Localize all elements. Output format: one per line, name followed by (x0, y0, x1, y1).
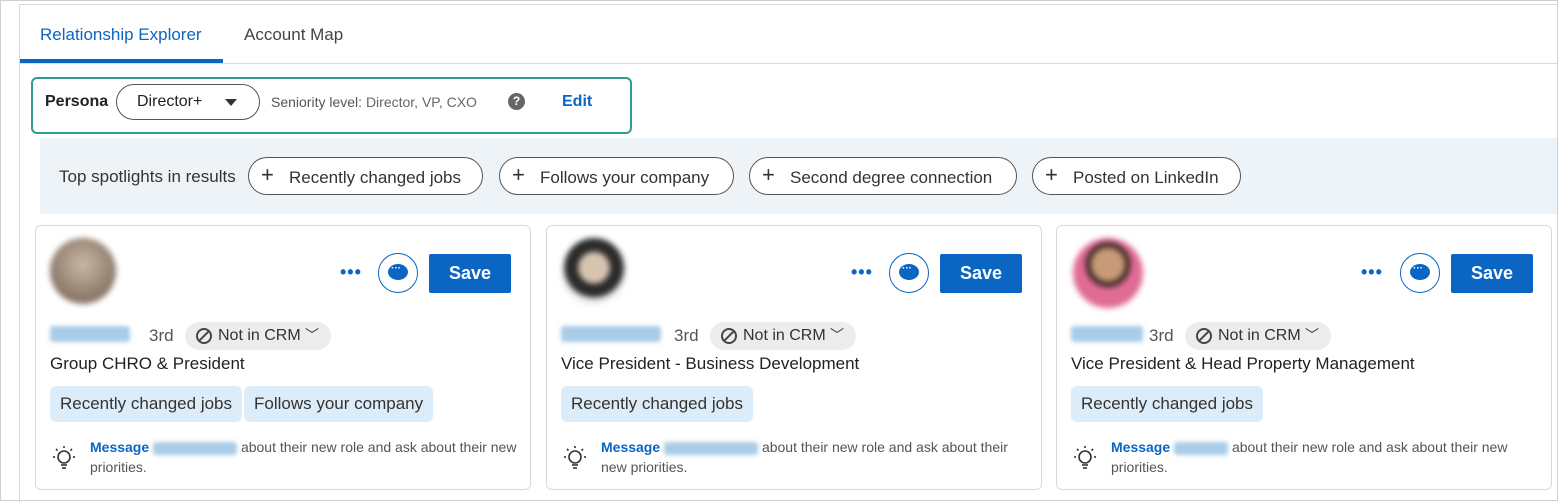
lead-card[interactable]: ••• ··· Save 3rd Not in CRM ﹀ Vice Presi… (546, 225, 1042, 490)
crm-status-dropdown[interactable]: Not in CRM ﹀ (185, 322, 331, 350)
lightbulb-icon (53, 446, 75, 469)
tab-account-map[interactable]: Account Map (244, 25, 343, 45)
suggestion-body: about their new role and ask about their… (601, 439, 1008, 475)
connection-degree: 3rd (149, 326, 174, 345)
lead-name-redacted (1174, 441, 1229, 455)
tab-relationship-explorer[interactable]: Relationship Explorer (40, 25, 202, 45)
avatar[interactable] (561, 238, 627, 304)
save-button[interactable]: Save (429, 254, 511, 293)
tab-bar: Relationship Explorer Account Map (20, 5, 1557, 64)
caret-down-icon (225, 99, 237, 106)
plus-icon: + (261, 162, 274, 187)
plus-icon: + (512, 162, 525, 187)
spotlight-posted-on-linkedin[interactable]: + Posted on LinkedIn (1032, 157, 1241, 195)
tag-follows-your-company: Follows your company (244, 386, 434, 422)
message-link[interactable]: Message (90, 439, 149, 455)
message-button[interactable]: ··· (378, 253, 418, 293)
ban-icon (1196, 328, 1212, 344)
crm-status-label: Not in CRM (1218, 327, 1301, 344)
lead-name-redacted[interactable] (561, 326, 661, 342)
persona-selected-value: Director+ (137, 93, 203, 110)
spotlight-label: Recently changed jobs (289, 168, 462, 187)
message-link[interactable]: Message (1111, 439, 1170, 455)
spotlight-label: Posted on LinkedIn (1073, 168, 1219, 187)
message-button[interactable]: ··· (1400, 253, 1440, 293)
ban-icon (721, 328, 737, 344)
suggestion-body: about their new role and ask about their… (1111, 439, 1508, 475)
spotlight-second-degree-connection[interactable]: + Second degree connection (749, 157, 1017, 195)
lead-name-redacted[interactable] (1071, 326, 1143, 342)
spotlight-label: Second degree connection (790, 168, 993, 187)
suggestion-text: Message about their new role and ask abo… (601, 437, 1031, 477)
spotlights-label: Top spotlights in results (59, 167, 236, 186)
lead-title: Vice President & Head Property Managemen… (1071, 354, 1415, 373)
crm-status-label: Not in CRM (218, 327, 301, 344)
message-button[interactable]: ··· (889, 253, 929, 293)
tag-recently-changed-jobs: Recently changed jobs (561, 386, 754, 422)
more-options-icon[interactable]: ••• (340, 262, 362, 283)
active-tab-indicator (20, 59, 223, 63)
tag-recently-changed-jobs: Recently changed jobs (1071, 386, 1264, 422)
help-icon[interactable]: ? (508, 93, 525, 110)
message-link[interactable]: Message (601, 439, 660, 455)
persona-dropdown[interactable]: Director+ (116, 84, 260, 120)
plus-icon: + (1045, 162, 1058, 187)
lead-card[interactable]: ••• ··· Save 3rd Not in CRM ﹀ Vice Presi… (1056, 225, 1552, 490)
lead-name-redacted[interactable] (50, 326, 130, 342)
lightbulb-icon (1074, 446, 1096, 469)
tag-recently-changed-jobs: Recently changed jobs (50, 386, 243, 422)
lead-card[interactable]: ••• ··· Save 3rd Not in CRM ﹀ Group CHRO… (35, 225, 531, 490)
lightbulb-icon (564, 446, 586, 469)
seniority-label: Seniority level: (271, 94, 363, 110)
save-button[interactable]: Save (940, 254, 1022, 293)
lead-name-redacted (153, 441, 238, 455)
seniority-value: Director, VP, CXO (365, 94, 477, 110)
plus-icon: + (762, 162, 775, 187)
more-options-icon[interactable]: ••• (1361, 262, 1383, 283)
chevron-down-icon: ﹀ (830, 327, 844, 343)
spotlight-follows-your-company[interactable]: + Follows your company (499, 157, 734, 195)
avatar[interactable] (50, 238, 116, 304)
chevron-down-icon: ﹀ (305, 327, 319, 343)
lead-name-redacted (664, 441, 759, 455)
seniority-info: Seniority level: Director, VP, CXO (271, 94, 477, 110)
chevron-down-icon: ﹀ (1305, 327, 1319, 343)
crm-status-dropdown[interactable]: Not in CRM ﹀ (1185, 322, 1331, 350)
connection-degree: 3rd (674, 326, 699, 345)
suggestion-text: Message about their new role and ask abo… (90, 437, 520, 477)
lead-title: Vice President - Business Development (561, 354, 860, 373)
lead-title: Group CHRO & President (50, 354, 245, 373)
persona-label: Persona (45, 93, 109, 110)
spotlight-recently-changed-jobs[interactable]: + Recently changed jobs (248, 157, 483, 195)
crm-status-dropdown[interactable]: Not in CRM ﹀ (710, 322, 856, 350)
edit-persona-link[interactable]: Edit (562, 93, 592, 111)
connection-degree: 3rd (1149, 326, 1174, 345)
ban-icon (196, 328, 212, 344)
more-options-icon[interactable]: ••• (851, 262, 873, 283)
spotlight-label: Follows your company (540, 168, 710, 187)
save-button[interactable]: Save (1451, 254, 1533, 293)
crm-status-label: Not in CRM (743, 327, 826, 344)
suggestion-text: Message about their new role and ask abo… (1111, 437, 1541, 477)
avatar[interactable] (1073, 238, 1143, 308)
